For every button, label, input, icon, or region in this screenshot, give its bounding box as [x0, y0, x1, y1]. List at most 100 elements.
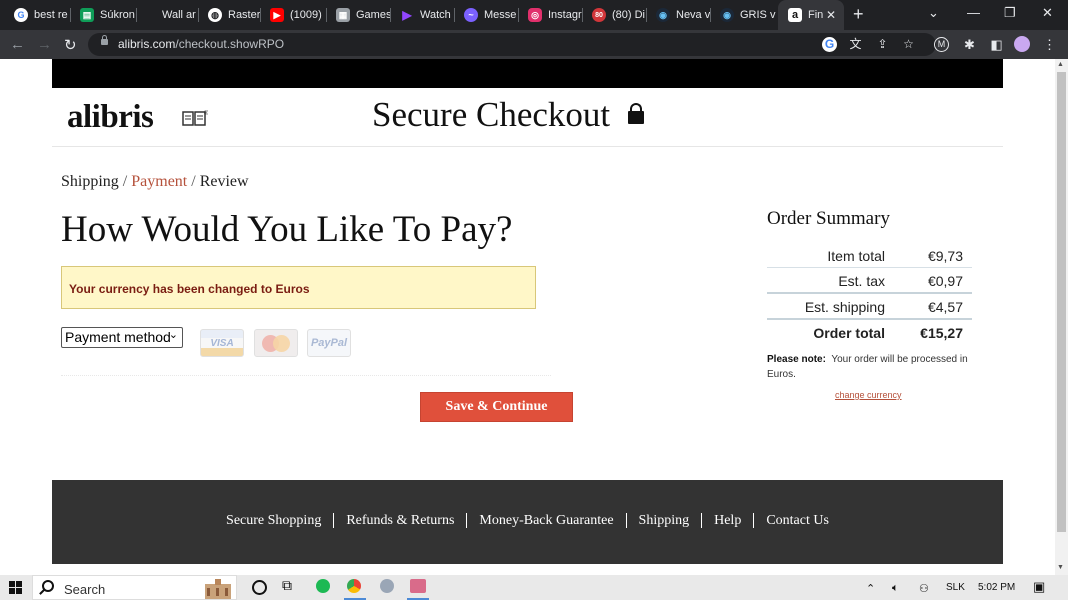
language-indicator[interactable]: SLK — [946, 582, 965, 593]
amazon-icon: a — [788, 8, 802, 22]
browser-tab-active[interactable]: a Fin ✕ — [778, 0, 844, 30]
currency-note: Please note: Your order will be processe… — [767, 354, 968, 380]
games-icon: ▦ — [336, 8, 350, 22]
google-lens-icon[interactable]: G — [822, 37, 837, 52]
breadcrumb-separator: / — [191, 173, 196, 190]
summary-row-order-total: Order total €15,27 — [813, 325, 963, 341]
logo-registered-mark: ® — [204, 110, 208, 117]
save-continue-button[interactable]: Save & Continue — [420, 392, 573, 422]
minimize-button[interactable]: — — [967, 5, 980, 20]
browser-tab-strip: G best re ▤ Súkron Wall ar ◍ Rasterl ▶ (… — [0, 0, 1068, 30]
bookmark-star-icon[interactable]: ☆ — [901, 37, 916, 52]
browser-tab[interactable]: ▶ Watch — [390, 0, 454, 30]
footer-link-contact[interactable]: Contact Us — [753, 513, 841, 528]
volume-icon[interactable]: 🔈︎ — [892, 582, 899, 595]
side-panel-icon[interactable]: ◧ — [989, 37, 1004, 52]
mastercard-icon — [254, 329, 298, 357]
url-text: alibris.com/checkout.showRPO — [118, 37, 285, 51]
change-currency-link[interactable]: change currency — [835, 390, 902, 400]
summary-row-tax: Est. tax €0,97 — [838, 273, 963, 289]
browser-tab[interactable]: ~ Messe — [454, 0, 518, 30]
photos-icon[interactable] — [410, 579, 426, 593]
payment-heading: How Would You Like To Pay? — [61, 209, 513, 250]
chevron-down-icon: ⌄ — [168, 329, 178, 341]
new-tab-button[interactable]: + — [853, 4, 864, 25]
tray-chevron-up-icon[interactable]: ⌃ — [866, 582, 875, 595]
close-window-button[interactable]: ✕ — [1042, 5, 1053, 21]
breadcrumb-shipping[interactable]: Shipping — [61, 173, 119, 190]
site-footer: Secure Shopping Refunds & Returns Money-… — [52, 480, 1003, 564]
currency-notice: Your currency has been changed to Euros — [61, 266, 536, 309]
search-highlight-illustration — [205, 579, 231, 599]
cortana-icon[interactable] — [252, 580, 267, 595]
browser-toolbar: ← → ↻ alibris.com/checkout.showRPO G ⽂ ⇪… — [0, 30, 1068, 59]
order-summary-title: Order Summary — [767, 208, 890, 229]
puzzle-extensions-icon[interactable]: ✱ — [962, 37, 977, 52]
divider — [52, 146, 1003, 147]
chevron-down-icon[interactable]: ⌄ — [928, 5, 939, 21]
spotify-icon[interactable] — [316, 579, 330, 593]
lock-icon — [101, 35, 108, 45]
summary-row-item-total: Item total €9,73 — [827, 248, 963, 264]
browser-tab[interactable]: ◎ Instagr — [518, 0, 582, 30]
restore-button[interactable]: ❐ — [1004, 5, 1016, 21]
footer-link-guarantee[interactable]: Money-Back Guarantee — [466, 513, 625, 528]
page-scrollbar[interactable]: ▲ ▼ — [1055, 59, 1068, 575]
steam-icon: ◉ — [656, 8, 670, 22]
taskbar-search-box[interactable]: Search — [32, 575, 237, 600]
steam-icon: ◉ — [720, 8, 734, 22]
windows-start-icon[interactable] — [9, 581, 22, 594]
scrollbar-thumb[interactable] — [1057, 72, 1066, 532]
page-title: Secure Checkout — [372, 95, 611, 134]
footer-link-secure-shopping[interactable]: Secure Shopping — [214, 513, 333, 528]
task-view-icon[interactable]: ⧉ — [282, 577, 298, 593]
footer-link-shipping[interactable]: Shipping — [625, 513, 702, 528]
browser-tab[interactable]: Wall ar — [136, 0, 198, 30]
top-black-band — [52, 59, 1003, 88]
browser-tab[interactable]: ◍ Rasterl — [198, 0, 260, 30]
payment-method-select[interactable]: Payment method ⌄ — [61, 327, 183, 348]
instagram-icon: ◎ — [528, 8, 542, 22]
chrome-icon[interactable] — [347, 579, 361, 593]
extension-icon[interactable]: M — [934, 37, 949, 52]
reload-icon[interactable]: ↻ — [64, 36, 77, 54]
visa-card-icon: VISA — [200, 329, 244, 357]
browser-tab[interactable]: ▦ Games — [326, 0, 390, 30]
close-tab-icon[interactable]: ✕ — [826, 8, 836, 22]
address-bar[interactable]: alibris.com/checkout.showRPO G ⽂ ⇪ ☆ — [88, 33, 936, 56]
translate-icon[interactable]: ⽂ — [848, 37, 863, 52]
profile-avatar[interactable] — [1014, 36, 1030, 52]
back-arrow-icon[interactable]: ← — [10, 36, 25, 53]
network-icon[interactable]: ⚇ — [919, 582, 929, 595]
youtube-icon: ▶ — [270, 8, 284, 22]
footer-link-help[interactable]: Help — [701, 513, 753, 528]
clock[interactable]: 5:02 PM — [978, 582, 1015, 593]
footer-links: Secure Shopping Refunds & Returns Money-… — [52, 513, 1003, 528]
scroll-down-arrow-icon[interactable]: ▼ — [1057, 564, 1064, 571]
currency-notice-text: Your currency has been changed to Euros — [69, 282, 310, 296]
search-icon — [42, 580, 54, 592]
browser-tab[interactable]: G best re — [4, 0, 70, 30]
paypal-icon: PayPal — [307, 329, 351, 357]
footer-link-refunds[interactable]: Refunds & Returns — [333, 513, 466, 528]
browser-tab[interactable]: 80 (80) Di — [582, 0, 646, 30]
play-icon: ▶ — [402, 8, 412, 22]
browser-tab[interactable]: ◉ GRIS v — [710, 0, 778, 30]
breadcrumb: Shipping / Payment / Review — [61, 173, 249, 191]
browser-tab[interactable]: ◉ Neva v — [646, 0, 710, 30]
breadcrumb-payment: Payment — [131, 173, 188, 190]
scroll-up-arrow-icon[interactable]: ▲ — [1057, 61, 1064, 68]
kebab-menu-icon[interactable]: ⋮ — [1042, 37, 1057, 52]
windows-taskbar: Search ⧉ ⌃ 🔈︎ ⚇ SLK 5:02 PM ▣ — [0, 575, 1068, 600]
share-icon[interactable]: ⇪ — [875, 37, 890, 52]
browser-tab[interactable]: ▤ Súkron — [70, 0, 136, 30]
lock-icon — [628, 103, 644, 124]
forward-arrow-icon[interactable]: → — [37, 36, 52, 53]
app-icon[interactable] — [380, 579, 394, 593]
alibris-logo[interactable]: alibris — [67, 99, 154, 136]
browser-tab[interactable]: ▶ (1009) — [260, 0, 326, 30]
notification-badge-icon: 80 — [592, 8, 606, 22]
breadcrumb-review: Review — [199, 173, 249, 190]
divider — [61, 375, 551, 376]
notifications-icon[interactable]: ▣ — [1033, 579, 1045, 595]
